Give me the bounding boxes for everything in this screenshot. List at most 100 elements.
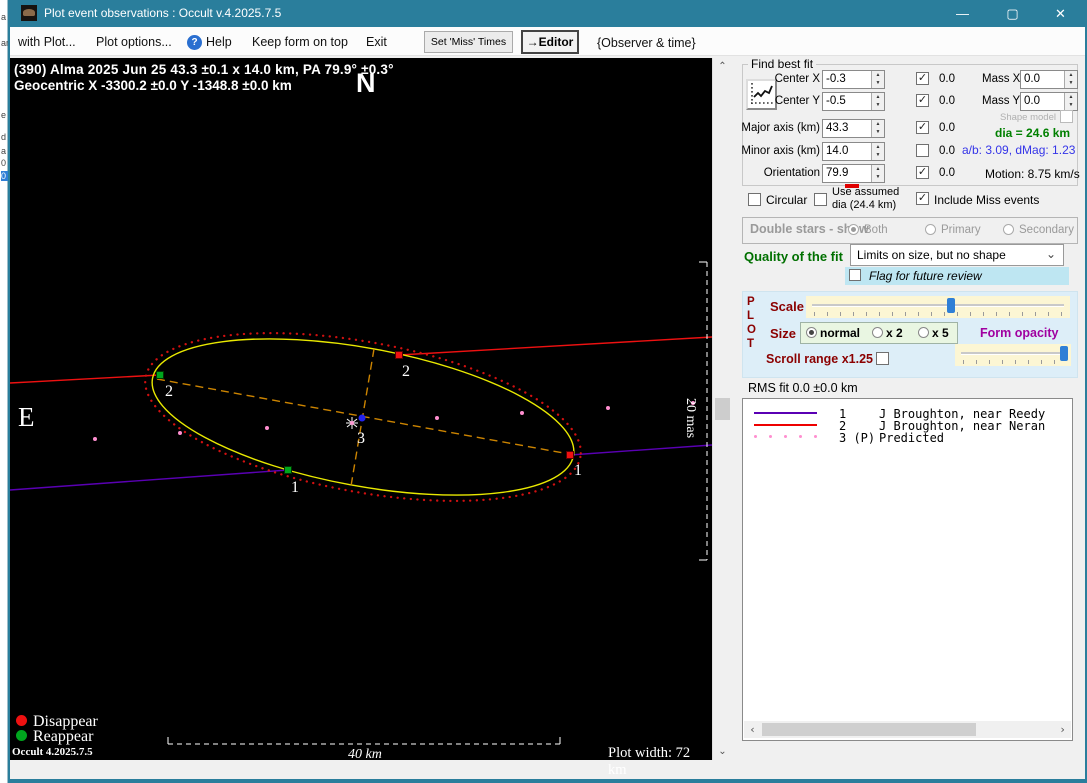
observer-line-sample (754, 435, 817, 438)
scroll-up-icon[interactable]: ⌃ (713, 58, 732, 75)
disappear-marker (395, 351, 403, 359)
observer-dot (799, 435, 802, 438)
editor-button[interactable]: →Editor (521, 30, 579, 54)
mass-x-field[interactable]: 0.0 ▲ ▼ (1020, 70, 1078, 89)
shape-model-checkbox[interactable] (1060, 110, 1073, 123)
mass-y-label: Mass Y (982, 95, 1021, 107)
scale-slider-thumb[interactable] (947, 298, 956, 313)
observer-dot (769, 435, 772, 438)
plot-canvas[interactable]: 2 2 1 1 3 (390) Alma 2025 Jun 25 43.3 ±0.1 x… (10, 58, 712, 778)
major-axis-checkbox[interactable] (916, 121, 929, 134)
sliver-text: a (1, 146, 7, 156)
orientation-checkbox[interactable] (916, 166, 929, 179)
orientation-sigma: 0.0 (939, 167, 955, 179)
size-normal-radio[interactable] (806, 327, 817, 338)
scroll-right-icon[interactable]: › (1054, 721, 1071, 738)
scroll-down-icon[interactable]: ⌄ (713, 743, 732, 760)
close-button[interactable]: ✕ (1038, 0, 1083, 27)
disappear-dot (16, 715, 27, 726)
quality-value: Limits on size, but no shape (857, 248, 1006, 262)
occultation-plot-svg: 2 2 1 1 3 (10, 261, 712, 745)
observer-row[interactable]: 3 (P) Predicted (743, 431, 1072, 445)
minor-axis-field[interactable]: 14.0 ▲ ▼ (822, 142, 885, 161)
plot-width-label: Plot width: 72 km (608, 745, 691, 778)
spinner[interactable]: ▲ ▼ (871, 143, 884, 160)
titlebar: Plot event observations : Occult v.4.202… (8, 0, 1087, 27)
spinner[interactable]: ▲ ▼ (871, 93, 884, 110)
reappear-dot (16, 730, 27, 741)
scroll-left-icon[interactable]: ‹ (744, 721, 761, 738)
observer-row[interactable]: 1 J Broughton, near Reedy (743, 407, 1072, 421)
spinner[interactable]: ▲ ▼ (871, 165, 884, 182)
major-axis-sigma: 0.0 (939, 122, 955, 134)
size-x2-radio[interactable] (872, 327, 883, 338)
menu-keep-on-top[interactable]: Keep form on top (252, 35, 348, 49)
menu-help[interactable]: Help (206, 35, 232, 49)
spinner[interactable]: ▲ ▼ (871, 71, 884, 88)
fit-plot-button[interactable] (746, 79, 777, 110)
quality-label: Quality of the fit (744, 249, 843, 264)
spinner[interactable]: ▲ ▼ (1064, 71, 1077, 88)
maximize-button[interactable]: ▢ (990, 0, 1035, 27)
double-secondary-label: Secondary (1019, 224, 1074, 236)
flag-review-checkbox[interactable] (849, 269, 861, 281)
form-opacity-slider[interactable] (955, 344, 1071, 366)
predicted-path-dot (435, 416, 439, 420)
plot-title-line2: Geocentric X -3300.2 ±0.0 Y -1348.8 ±0.0… (14, 78, 292, 93)
circular-checkbox[interactable] (748, 193, 761, 206)
major-axis-field[interactable]: 43.3 ▲ ▼ (822, 119, 885, 138)
scale-slider[interactable] (806, 296, 1070, 318)
vertical-scale-label: 20 mas (683, 398, 698, 439)
double-primary-radio[interactable] (925, 224, 936, 235)
plot-letter: P (747, 296, 755, 308)
minimize-button[interactable]: — (940, 0, 985, 27)
orientation-label: Orientation (763, 167, 820, 179)
spinner[interactable]: ▲ ▼ (871, 120, 884, 137)
form-opacity-label: Form opacity (980, 326, 1059, 340)
reappear-marker (156, 371, 164, 379)
screen: a ar e d a 0 0 Plot event observations :… (0, 0, 1087, 783)
form-opacity-thumb[interactable] (1060, 346, 1069, 361)
center-y-field[interactable]: -0.5 ▲ ▼ (822, 92, 885, 111)
major-axis-label: Major axis (km) (741, 122, 820, 134)
plot-vertical-scrollbar[interactable]: ⌃ ⌄ (712, 58, 731, 760)
double-both-radio[interactable] (848, 224, 859, 235)
orientation-field[interactable]: 79.9 ▲ ▼ (822, 164, 885, 183)
scrollbar-thumb[interactable] (762, 723, 976, 736)
help-icon[interactable]: ? (187, 35, 202, 50)
observer-row[interactable]: 2 J Broughton, near Neran (743, 419, 1072, 433)
use-assumed-label-2: dia (24.4 km) (832, 199, 897, 211)
center-x-field[interactable]: -0.3 ▲ ▼ (822, 70, 885, 89)
double-secondary-radio[interactable] (1003, 224, 1014, 235)
star-label: 3 (357, 430, 365, 447)
menu-plot-options[interactable]: Plot options... (96, 35, 172, 49)
mass-y-field[interactable]: 0.0 ▲ ▼ (1020, 92, 1078, 111)
predicted-path-dot (178, 431, 182, 435)
menu-with-plot[interactable]: with Plot... (18, 35, 76, 49)
sliver-text: e (1, 110, 7, 120)
set-miss-times-button[interactable]: Set 'Miss' Times (424, 31, 513, 53)
list-horizontal-scrollbar[interactable]: ‹ › (744, 721, 1071, 738)
center-y-checkbox[interactable] (916, 94, 929, 107)
minor-axis-checkbox[interactable] (916, 144, 929, 157)
scrollbar-thumb[interactable] (715, 398, 730, 420)
use-assumed-checkbox[interactable] (814, 193, 827, 206)
center-x-checkbox[interactable] (916, 72, 929, 85)
observers-listbox[interactable]: 1 J Broughton, near Reedy 2 J Broughton,… (742, 398, 1073, 741)
scroll-range-checkbox[interactable] (876, 352, 889, 365)
observer-line-sample (754, 412, 817, 414)
flag-review-label: Flag for future review (869, 269, 982, 283)
chord-2-line (398, 336, 712, 356)
menu-exit[interactable]: Exit (366, 35, 387, 49)
reappear-marker (284, 466, 292, 474)
observer-dot (754, 435, 757, 438)
size-x5-radio[interactable] (918, 327, 929, 338)
sliver-text: 0 (1, 158, 7, 168)
quality-dropdown[interactable]: Limits on size, but no shape ⌄ (850, 244, 1064, 266)
include-miss-checkbox[interactable] (916, 192, 929, 205)
scale-label: Scale (770, 299, 804, 314)
observer-dot (784, 435, 787, 438)
spinner[interactable]: ▲ ▼ (1064, 93, 1077, 110)
double-both-label: Both (864, 224, 888, 236)
center-x-sigma: 0.0 (939, 73, 955, 85)
